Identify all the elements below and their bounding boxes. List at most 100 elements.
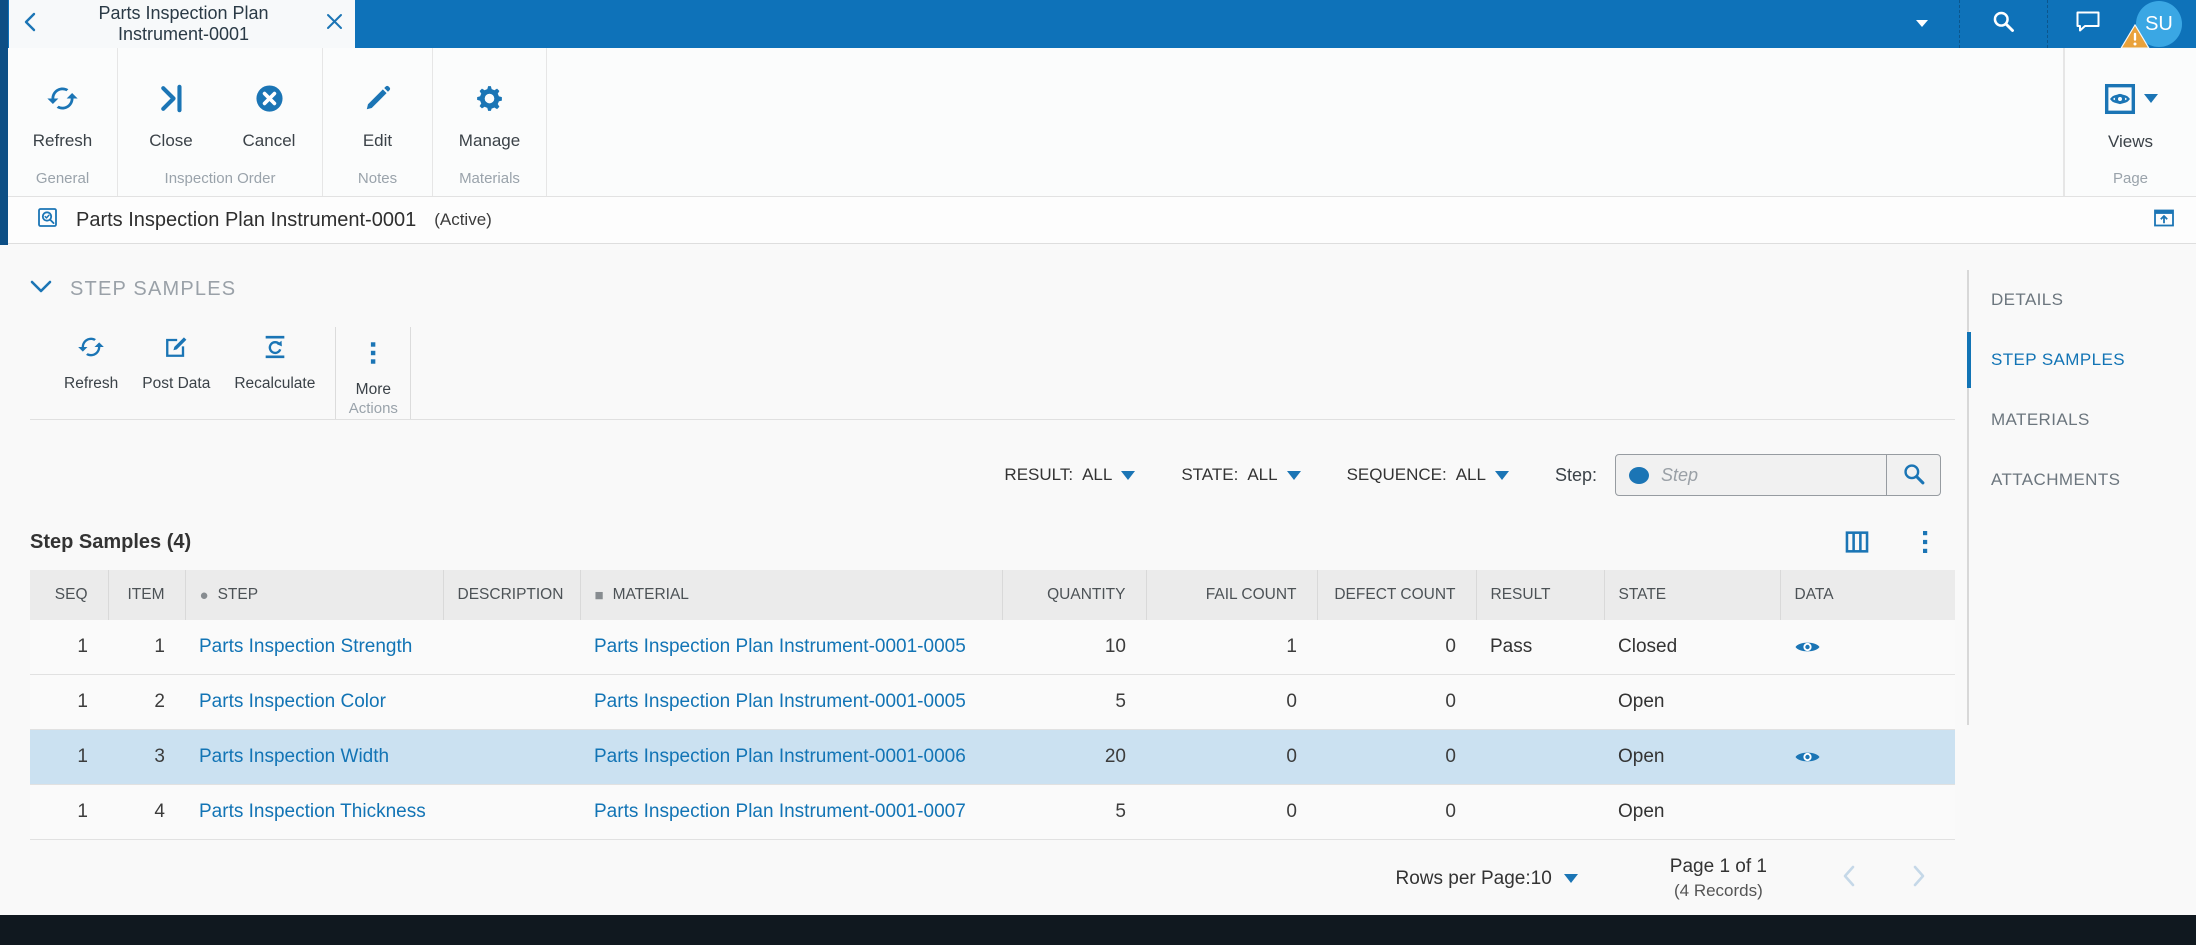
sidebar-item-attachments[interactable]: ATTACHMENTS	[1969, 450, 2196, 510]
column-header-quantity[interactable]: QUANTITY	[1001, 570, 1146, 620]
more-button[interactable]: More	[346, 333, 401, 399]
column-header-label: ITEM	[127, 586, 165, 603]
popout-icon[interactable]	[2152, 206, 2176, 235]
close-button[interactable]: Close	[125, 82, 217, 151]
toolbar-group-notes: Edit Notes	[323, 48, 433, 196]
column-header-label: DESCRIPTION	[457, 586, 564, 603]
content-area: STEP SAMPLES Refresh Post Data Recalcula…	[0, 245, 2196, 915]
page-tab[interactable]: Parts Inspection Plan Instrument-0001	[9, 0, 355, 48]
search-icon[interactable]	[1990, 8, 2017, 40]
plan-icon	[36, 206, 60, 235]
column-header-fail-count[interactable]: FAIL COUNT	[1145, 570, 1317, 620]
column-header-seq[interactable]: SEQ	[30, 570, 108, 620]
cell-result	[1476, 784, 1604, 840]
cell-item: 4	[108, 784, 185, 840]
sidebar-item-step-samples[interactable]: STEP SAMPLES	[1967, 330, 2196, 390]
table-row[interactable]: 1 4 Parts Inspection Thickness Parts Inspec…	[30, 784, 1955, 840]
column-header-defect-count[interactable]: DEFECT COUNT	[1316, 570, 1476, 620]
rows-per-page-value: 10	[1530, 867, 1552, 889]
step-link[interactable]: Parts Inspection Strength	[199, 636, 412, 657]
column-header-material[interactable]: ■ MATERIAL	[579, 570, 1002, 620]
material-link[interactable]: Parts Inspection Plan Instrument-0001-00…	[594, 636, 966, 657]
samples-refresh-label: Refresh	[64, 375, 119, 392]
filter-sequence[interactable]: SEQUENCE: ALL	[1347, 465, 1509, 485]
sidebar-item-details[interactable]: DETAILS	[1969, 270, 2196, 330]
tab-title-line2: Instrument-0001	[117, 24, 250, 44]
cell-state: Open	[1604, 729, 1780, 785]
columns-icon[interactable]	[1843, 528, 1871, 556]
step-samples-section-header[interactable]: STEP SAMPLES	[30, 278, 1955, 301]
column-header-state[interactable]: STATE	[1603, 570, 1780, 620]
cell-material: Parts Inspection Plan Instrument-0001-00…	[580, 784, 1002, 840]
next-page-icon[interactable]	[1909, 863, 1929, 894]
column-header-item[interactable]: ITEM	[107, 570, 185, 620]
user-avatar[interactable]: SU	[2120, 1, 2182, 49]
tab-close-icon[interactable]	[326, 13, 343, 35]
section-title: STEP SAMPLES	[70, 278, 237, 300]
data-eye-icon[interactable]	[1794, 748, 1821, 766]
tab-title: Parts Inspection Plan Instrument-0001	[41, 3, 326, 45]
views-caret-icon	[2144, 94, 2158, 103]
samples-refresh-button[interactable]: Refresh	[54, 327, 128, 419]
kebab-icon[interactable]	[1913, 528, 1937, 556]
post-data-button[interactable]: Post Data	[132, 327, 220, 419]
cell-seq: 1	[30, 784, 108, 840]
column-header-description[interactable]: DESCRIPTION	[442, 570, 580, 620]
caret-down-icon	[1286, 470, 1301, 480]
table-row[interactable]: 1 2 Parts Inspection Color Parts Inspection…	[30, 674, 1955, 730]
table-row[interactable]: 1 3 Parts Inspection Width Parts Inspection…	[30, 729, 1955, 785]
step-link[interactable]: Parts Inspection Color	[199, 691, 386, 712]
cell-step: Parts Inspection Strength	[185, 620, 443, 675]
recalculate-label: Recalculate	[234, 375, 316, 392]
cell-defect-count: 0	[1317, 784, 1476, 840]
edit-button[interactable]: Edit	[332, 82, 424, 151]
step-search-button[interactable]	[1886, 455, 1940, 495]
cancel-button[interactable]: Cancel	[223, 82, 315, 151]
material-link[interactable]: Parts Inspection Plan Instrument-0001-00…	[594, 746, 966, 767]
topbar-separator	[2047, 0, 2048, 48]
cell-item: 2	[108, 674, 185, 730]
cell-result	[1476, 674, 1604, 730]
step-link[interactable]: Parts Inspection Thickness	[199, 801, 426, 822]
column-header-data[interactable]: DATA	[1779, 570, 1955, 620]
main-panel: STEP SAMPLES Refresh Post Data Recalcula…	[30, 245, 1955, 901]
section-chevron-icon	[30, 280, 52, 299]
filter-result[interactable]: RESULT: ALL	[1004, 465, 1136, 485]
material-link[interactable]: Parts Inspection Plan Instrument-0001-00…	[594, 801, 966, 822]
column-header-result[interactable]: RESULT	[1475, 570, 1604, 620]
cell-seq: 1	[30, 729, 108, 785]
refresh-button-label: Refresh	[32, 131, 93, 150]
recalculate-button[interactable]: Recalculate	[224, 327, 325, 419]
filter-state[interactable]: STATE: ALL	[1181, 465, 1301, 485]
cell-material: Parts Inspection Plan Instrument-0001-00…	[580, 674, 1002, 730]
manage-button[interactable]: Manage	[444, 82, 536, 151]
rows-per-page-dropdown[interactable]: Rows per Page: 10	[1395, 867, 1578, 890]
page-title: Parts Inspection Plan Instrument-0001	[76, 208, 417, 231]
cell-data	[1780, 784, 1955, 840]
cell-item: 3	[108, 729, 185, 785]
step-search-input[interactable]	[1659, 463, 1886, 487]
filter-value: ALL	[1455, 465, 1486, 484]
filter-bar: RESULT: ALL STATE: ALL SEQUENCE: ALL Step:	[30, 454, 1955, 496]
table-row[interactable]: 1 1 Parts Inspection Strength Parts Inspect…	[30, 620, 1955, 675]
actions-group-label: Actions	[348, 400, 398, 417]
material-link[interactable]: Parts Inspection Plan Instrument-0001-00…	[594, 691, 966, 712]
step-link[interactable]: Parts Inspection Width	[199, 746, 389, 767]
chat-icon[interactable]	[2074, 9, 2102, 40]
left-accent-strip	[0, 0, 8, 245]
views-button[interactable]: Views	[2085, 82, 2177, 152]
close-order-icon	[155, 82, 188, 120]
column-header-label: QUANTITY	[1047, 586, 1126, 603]
data-eye-icon[interactable]	[1794, 638, 1821, 656]
section-nav-sidebar: DETAILS STEP SAMPLES MATERIALS ATTACHMEN…	[1955, 245, 2196, 915]
close-button-label: Close	[149, 131, 193, 150]
refresh-button[interactable]: Refresh	[17, 82, 109, 151]
cancel-button-label: Cancel	[242, 131, 296, 150]
workspace-caret-icon[interactable]	[1915, 15, 1929, 33]
warning-icon[interactable]	[2120, 23, 2150, 56]
back-icon[interactable]	[21, 10, 41, 39]
prev-page-icon[interactable]	[1839, 863, 1859, 894]
page-info: Page 1 of 1 (4 Records)	[1670, 856, 1767, 901]
column-header-step[interactable]: ● STEP	[184, 570, 443, 620]
sidebar-item-materials[interactable]: MATERIALS	[1969, 390, 2196, 450]
